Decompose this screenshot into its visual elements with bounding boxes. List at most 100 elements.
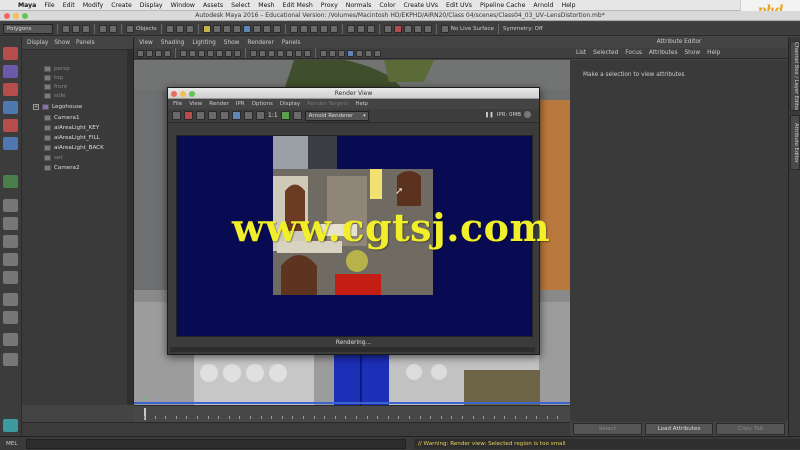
persp-hypershade-layout-icon[interactable] [3, 271, 18, 284]
ipr-icon[interactable] [208, 111, 217, 120]
rv-menu-view[interactable]: View [189, 101, 202, 107]
field-chart-icon[interactable] [216, 49, 223, 57]
redo-icon[interactable] [109, 24, 117, 33]
input-ops-icon[interactable] [346, 24, 355, 33]
mask-dynamics-icon[interactable] [252, 24, 261, 33]
last-tool-icon[interactable] [3, 175, 18, 188]
menu-assets[interactable]: Assets [199, 2, 227, 9]
make-live-icon[interactable] [329, 24, 338, 33]
grid-icon[interactable] [180, 49, 187, 57]
no-live-surface-label[interactable]: No Live Surface [451, 26, 494, 32]
snap-view-plane-icon[interactable] [319, 24, 328, 33]
render-view-icon[interactable] [423, 24, 432, 33]
wireframe-icon[interactable] [250, 49, 257, 57]
alpha-channel-icon[interactable] [244, 111, 253, 120]
rv-menu-render-targets[interactable]: Render Targets [307, 101, 348, 107]
ae-menu-list[interactable]: List [576, 50, 586, 56]
menu-modify[interactable]: Modify [79, 2, 108, 9]
refresh-icon[interactable] [220, 111, 229, 120]
keep-image-icon[interactable] [280, 111, 290, 120]
mask-misc-icon[interactable] [272, 24, 281, 33]
render-view-titlebar[interactable]: Render View [168, 88, 539, 99]
rgb-channels-icon[interactable] [232, 111, 241, 120]
render-region-icon[interactable] [184, 111, 193, 120]
render-view-scrollbar[interactable] [170, 347, 535, 352]
command-input[interactable] [26, 438, 406, 449]
ae-menu-attributes[interactable]: Attributes [649, 50, 678, 56]
ae-menu-show[interactable]: Show [684, 50, 700, 56]
mask-handles-icon[interactable] [202, 24, 211, 33]
output-ops-icon[interactable] [356, 24, 365, 33]
script-editor-layout-icon[interactable] [3, 353, 18, 366]
live-surface-icon[interactable] [440, 24, 449, 33]
menu-normals[interactable]: Normals [342, 2, 376, 9]
menu-proxy[interactable]: Proxy [317, 2, 342, 9]
construction-history-icon[interactable] [366, 24, 375, 33]
viewport-menu-lighting[interactable]: Lighting [192, 40, 215, 46]
close-icon[interactable] [4, 13, 10, 19]
node-editor-layout-icon[interactable] [3, 333, 18, 346]
gate-mask-icon[interactable] [207, 49, 214, 57]
default-material-icon[interactable] [268, 49, 275, 57]
luminance-icon[interactable] [256, 111, 265, 120]
snap-grid-icon[interactable] [289, 24, 298, 33]
select-tool-icon[interactable] [3, 47, 18, 60]
pause-icon[interactable]: ❚❚ [485, 112, 494, 118]
select-hierarchy-icon[interactable] [165, 24, 174, 33]
safe-title-icon[interactable] [234, 49, 241, 57]
outliner-menu-panels[interactable]: Panels [76, 40, 95, 46]
outliner-item-front[interactable]: front [44, 82, 67, 91]
outliner-item-light-fill[interactable]: aiAreaLight_FILL [44, 133, 100, 142]
hypershade-icon[interactable] [413, 24, 422, 33]
snap-point-icon[interactable] [309, 24, 318, 33]
ae-load-attributes-button[interactable]: Load Attributes [644, 423, 714, 435]
zoom-1to1-button[interactable]: 1:1 [268, 112, 278, 119]
scale-tool-icon[interactable] [3, 137, 18, 150]
menu-edit[interactable]: Edit [59, 2, 79, 9]
outliner-item-set[interactable]: set [44, 153, 63, 162]
tab-channel-box[interactable]: Channel Box / Layer Editor [790, 41, 800, 111]
snap-curve-icon[interactable] [299, 24, 308, 33]
snapshot-icon[interactable] [196, 111, 205, 120]
mask-rendering-icon[interactable] [262, 24, 271, 33]
rv-menu-display[interactable]: Display [280, 101, 300, 107]
shadows-icon[interactable] [304, 49, 311, 57]
ae-menu-focus[interactable]: Focus [625, 50, 642, 56]
xray-icon[interactable] [320, 49, 327, 57]
remove-image-icon[interactable] [292, 111, 302, 120]
menu-select[interactable]: Select [227, 2, 254, 9]
select-component-icon[interactable] [185, 24, 194, 33]
time-slider[interactable] [134, 405, 570, 422]
menu-arnold[interactable]: Arnold [529, 2, 557, 9]
ae-copy-tab-button[interactable]: Copy Tab [716, 423, 786, 435]
stop-icon[interactable] [524, 111, 531, 118]
menu-edit-mesh[interactable]: Edit Mesh [279, 2, 317, 9]
viewport-menu-show[interactable]: Show [224, 40, 240, 46]
outliner-item-camera2[interactable]: Camera2 [44, 163, 80, 172]
menu-set-dropdown[interactable]: Polygons [3, 23, 53, 34]
use-all-lights-icon[interactable] [295, 49, 302, 57]
range-slider[interactable] [22, 422, 570, 436]
outliner-item-light-back[interactable]: aiAreaLight_BACK [44, 143, 104, 152]
menu-pipeline-cache[interactable]: Pipeline Cache [476, 2, 529, 9]
viewport-menu-renderer[interactable]: Renderer [247, 40, 273, 46]
mask-surfaces-icon[interactable] [232, 24, 241, 33]
rotate-tool-icon[interactable] [3, 119, 18, 132]
mask-deformations-icon[interactable] [242, 24, 251, 33]
screen-space-ao-icon[interactable] [347, 49, 354, 57]
rv-menu-render[interactable]: Render [209, 101, 229, 107]
objects-label[interactable]: Objects [136, 26, 157, 32]
render-frame-icon[interactable] [393, 24, 402, 33]
ipr-render-icon[interactable] [403, 24, 412, 33]
redo-previous-render-icon[interactable] [172, 111, 181, 120]
minimize-icon[interactable] [13, 13, 19, 19]
menu-create-uvs[interactable]: Create UVs [400, 2, 443, 9]
outliner-scrollbar[interactable] [127, 50, 133, 405]
close-icon[interactable] [171, 90, 177, 97]
lasso-tool-icon[interactable] [3, 65, 18, 78]
outliner-item-legohouse[interactable]: + Legohouse [33, 102, 82, 111]
outliner-item-camera1[interactable]: Camera1 [44, 113, 80, 122]
move-tool-icon[interactable] [3, 101, 18, 114]
viewport-menu-view[interactable]: View [139, 40, 153, 46]
new-scene-icon[interactable] [62, 24, 70, 33]
